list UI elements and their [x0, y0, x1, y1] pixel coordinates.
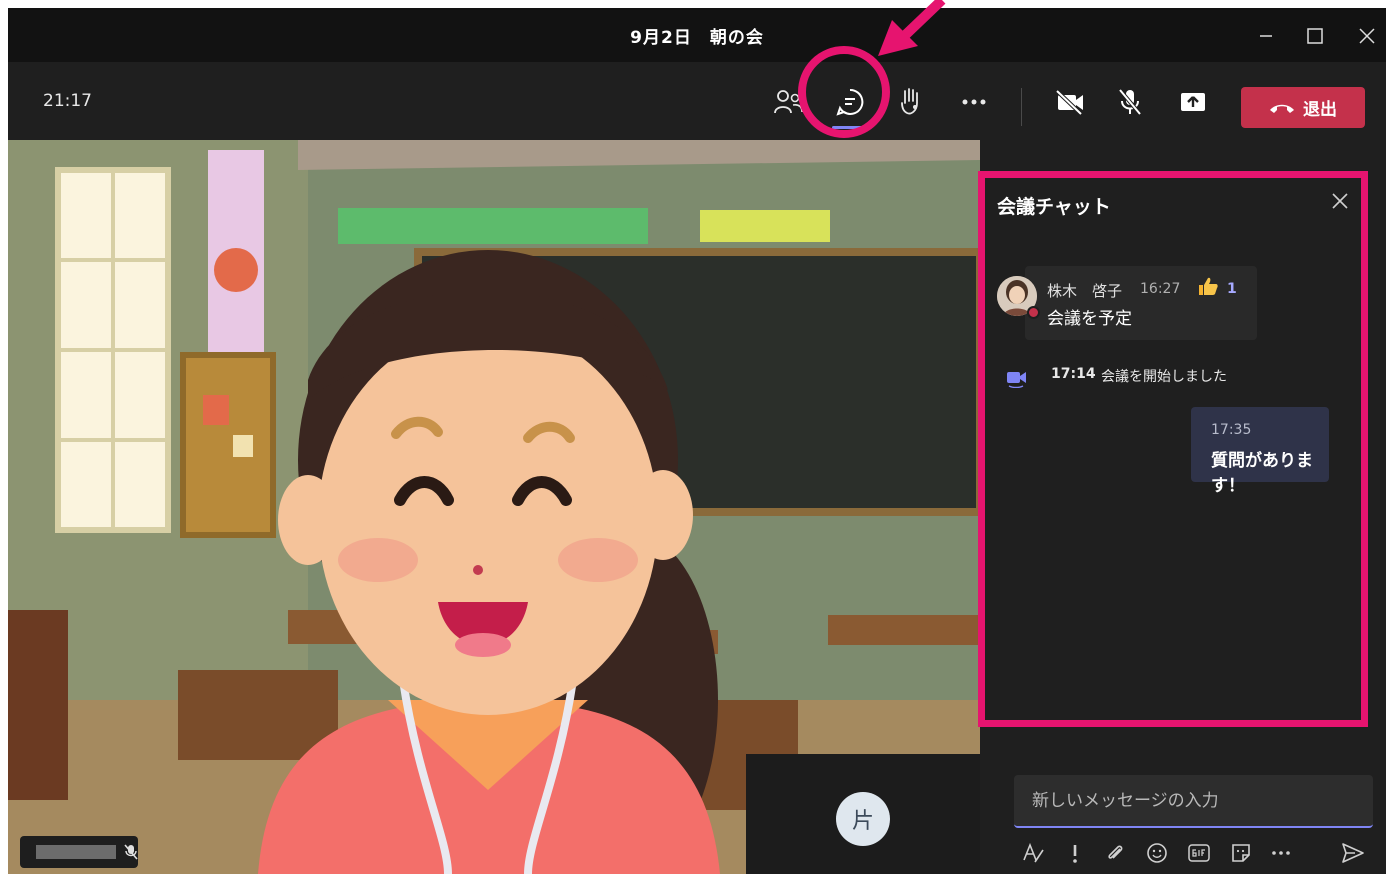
maximize-button[interactable] [1297, 18, 1333, 54]
exclamation-icon [1073, 845, 1077, 863]
system-message-text: 会議を開始しました [1101, 369, 1227, 385]
leave-label: 退出 [1303, 100, 1337, 120]
minimize-icon [1260, 35, 1272, 37]
participant-name-plate [20, 836, 138, 868]
meeting-clock: 21:17 [43, 91, 92, 111]
own-message-text: 質問があります！ [1211, 451, 1313, 496]
mic-off-icon [124, 844, 138, 860]
toolbar-divider [1021, 88, 1022, 126]
leave-button[interactable]: 退出 [1241, 87, 1365, 128]
video-stage: 片 [8, 140, 980, 874]
message-time: 16:27 [1140, 281, 1181, 297]
send-icon [1342, 843, 1364, 863]
close-window-button[interactable] [1349, 18, 1385, 54]
self-avatar: 片 [836, 792, 890, 846]
maximize-icon [1307, 28, 1323, 44]
more-icon [962, 99, 986, 105]
chat-title: 会議チャット [997, 196, 1111, 218]
minimize-button[interactable] [1248, 18, 1284, 54]
more-icon [1272, 851, 1290, 855]
close-chat-button[interactable] [1331, 192, 1349, 214]
meeting-toolbar: 21:17 退出 [8, 62, 1386, 140]
send-button[interactable] [1338, 838, 1368, 868]
gif-button[interactable] [1184, 838, 1214, 868]
camera-toggle-button[interactable] [1050, 84, 1090, 120]
more-compose-button[interactable] [1266, 838, 1296, 868]
annotation-arrow-icon [878, 0, 946, 56]
phone-hangup-icon [1270, 104, 1294, 113]
message-input[interactable] [1032, 787, 1352, 815]
important-button[interactable] [1060, 838, 1090, 868]
raise-hand-button[interactable] [892, 84, 932, 120]
compose-box[interactable] [1014, 775, 1373, 828]
paperclip-icon [1108, 845, 1123, 859]
meeting-chat-panel: 会議チャット 株木 啓子 16:27 1 会議を予定 17:14 会議を開始しま… [978, 171, 1368, 727]
attach-button[interactable] [1100, 838, 1130, 868]
message-sender: 株木 啓子 [1047, 282, 1123, 300]
meeting-title: 9月2日 朝の会 [630, 28, 764, 48]
mic-off-icon [1118, 88, 1142, 116]
more-actions-button[interactable] [954, 84, 994, 120]
share-screen-button[interactable] [1173, 84, 1213, 120]
mic-toggle-button[interactable] [1110, 84, 1150, 120]
close-icon [1332, 193, 1348, 209]
share-icon [1181, 93, 1205, 111]
own-message-time: 17:35 [1211, 422, 1252, 438]
meeting-started-icon [1005, 366, 1029, 392]
gif-icon [1188, 844, 1210, 862]
format-icon [1023, 842, 1044, 863]
thumbs-up-icon[interactable] [1197, 276, 1219, 301]
own-chat-message[interactable]: 17:35 質問があります！ [1191, 407, 1329, 496]
sticker-button[interactable] [1226, 838, 1256, 868]
reaction-count: 1 [1227, 281, 1237, 297]
emoji-button[interactable] [1142, 838, 1172, 868]
camera-off-icon [1055, 89, 1083, 115]
chat-button-highlight [798, 46, 890, 138]
system-message-time: 17:14 [1051, 366, 1096, 382]
format-button[interactable] [1018, 838, 1048, 868]
compose-toolbar [1014, 834, 1374, 870]
close-icon [1359, 28, 1375, 44]
redacted-name [36, 845, 116, 859]
message-text: 会議を予定 [1047, 309, 1132, 329]
presence-busy-indicator [1027, 306, 1040, 319]
raise-hand-icon [901, 88, 918, 115]
smiley-icon [1147, 843, 1167, 863]
title-bar: 9月2日 朝の会 [8, 8, 1386, 62]
sticker-icon [1232, 844, 1250, 862]
